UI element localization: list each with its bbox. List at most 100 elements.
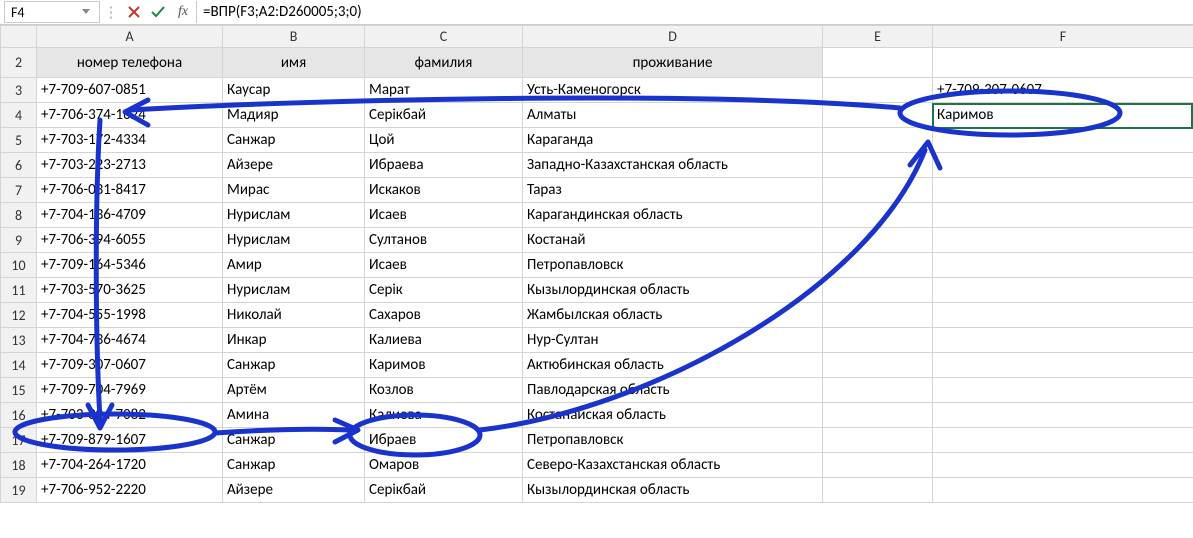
col-header-D[interactable]: D	[523, 26, 823, 48]
row-header[interactable]: 19	[1, 478, 37, 503]
cell[interactable]: Козлов	[365, 378, 523, 403]
cell[interactable]: Северо-Казахстанская область	[523, 453, 823, 478]
cell[interactable]: Николай	[223, 303, 365, 328]
cell[interactable]: Айзере	[223, 478, 365, 503]
cell[interactable]	[933, 403, 1193, 428]
cell[interactable]: Омаров	[365, 453, 523, 478]
cell[interactable]	[823, 403, 933, 428]
cell[interactable]: Артём	[223, 378, 365, 403]
row-header[interactable]: 18	[1, 453, 37, 478]
cell[interactable]: Павлодарская область	[523, 378, 823, 403]
cell[interactable]: Ибраев	[365, 428, 523, 453]
cell[interactable]: Исаев	[365, 253, 523, 278]
cell[interactable]: Сахаров	[365, 303, 523, 328]
cell[interactable]	[933, 328, 1193, 353]
cell[interactable]	[933, 228, 1193, 253]
cell[interactable]: Инкар	[223, 328, 365, 353]
row-header[interactable]: 7	[1, 178, 37, 203]
cell[interactable]: Санжар	[223, 453, 365, 478]
cell[interactable]	[823, 178, 933, 203]
row-header[interactable]: 5	[1, 128, 37, 153]
cell[interactable]: +7-704-136-4709	[37, 203, 223, 228]
cell-F3[interactable]: +7-709-307-0607	[933, 78, 1193, 103]
cell[interactable]: Калиева	[365, 328, 523, 353]
cell[interactable]: Каримов	[365, 353, 523, 378]
row-header[interactable]: 6	[1, 153, 37, 178]
cell[interactable]: +7-704-736-4674	[37, 328, 223, 353]
cell[interactable]: Серік	[365, 278, 523, 303]
name-box[interactable]: F4	[4, 1, 100, 23]
name-box-dropdown-icon[interactable]	[79, 9, 93, 15]
cell[interactable]: +7-703-304-7082	[37, 403, 223, 428]
cell-F2[interactable]	[933, 48, 1193, 78]
col-header-E[interactable]: E	[823, 26, 933, 48]
cell-E3[interactable]	[823, 78, 933, 103]
cell[interactable]: Каусар	[223, 78, 365, 103]
cell-F4[interactable]: Каримов	[933, 103, 1193, 128]
cell[interactable]	[823, 478, 933, 503]
row-header[interactable]: 9	[1, 228, 37, 253]
header-phone[interactable]: номер телефона	[37, 48, 223, 78]
cell[interactable]	[933, 153, 1193, 178]
cell[interactable]	[823, 153, 933, 178]
formula-input[interactable]: =ВПР(F3;A2:D260005;3;0)	[196, 1, 1193, 23]
cell[interactable]: Кызылординская область	[523, 478, 823, 503]
row-header[interactable]: 13	[1, 328, 37, 353]
cell[interactable]: +7-709-164-5346	[37, 253, 223, 278]
cancel-button[interactable]	[122, 1, 146, 23]
select-all-corner[interactable]	[1, 26, 37, 48]
cell[interactable]: Усть-Каменогорск	[523, 78, 823, 103]
cell[interactable]: Кызылординская область	[523, 278, 823, 303]
cell[interactable]	[823, 428, 933, 453]
cell[interactable]	[933, 428, 1193, 453]
row-header[interactable]: 12	[1, 303, 37, 328]
cell[interactable]: +7-704-555-1998	[37, 303, 223, 328]
col-header-F[interactable]: F	[933, 26, 1193, 48]
cell[interactable]: Санжар	[223, 128, 365, 153]
cell[interactable]: Исаев	[365, 203, 523, 228]
cell[interactable]: Ибраева	[365, 153, 523, 178]
cell[interactable]: +7-709-607-0851	[37, 78, 223, 103]
cell-E2[interactable]	[823, 48, 933, 78]
row-header-2[interactable]: 2	[1, 48, 37, 78]
row-header[interactable]: 3	[1, 78, 37, 103]
cell[interactable]: +7-706-952-2220	[37, 478, 223, 503]
cell[interactable]: Караганда	[523, 128, 823, 153]
cell[interactable]	[933, 278, 1193, 303]
cell[interactable]: Серікбай	[365, 478, 523, 503]
col-header-C[interactable]: C	[365, 26, 523, 48]
cell[interactable]: +7-706-374-1624	[37, 103, 223, 128]
cell[interactable]: Костанай	[523, 228, 823, 253]
row-header[interactable]: 10	[1, 253, 37, 278]
cell[interactable]: +7-706-031-8417	[37, 178, 223, 203]
cell[interactable]: Нурислам	[223, 228, 365, 253]
col-header-B[interactable]: B	[223, 26, 365, 48]
row-header[interactable]: 11	[1, 278, 37, 303]
row-header[interactable]: 16	[1, 403, 37, 428]
cell[interactable]	[823, 453, 933, 478]
cell[interactable]	[933, 128, 1193, 153]
cell[interactable]: Серікбай	[365, 103, 523, 128]
row-header[interactable]: 15	[1, 378, 37, 403]
cell[interactable]	[823, 128, 933, 153]
enter-button[interactable]	[146, 1, 170, 23]
fx-button[interactable]: fx	[170, 4, 196, 20]
cell[interactable]	[933, 353, 1193, 378]
cell[interactable]: Тараз	[523, 178, 823, 203]
cell[interactable]: Алматы	[523, 103, 823, 128]
row-header[interactable]: 4	[1, 103, 37, 128]
cell[interactable]	[933, 303, 1193, 328]
cell[interactable]: +7-709-307-0607	[37, 353, 223, 378]
cell[interactable]: +7-703-223-2713	[37, 153, 223, 178]
col-header-A[interactable]: A	[37, 26, 223, 48]
cell[interactable]: Актюбинская область	[523, 353, 823, 378]
cell[interactable]: Петропавловск	[523, 428, 823, 453]
cell[interactable]: Калиева	[365, 403, 523, 428]
cell[interactable]	[823, 278, 933, 303]
cell[interactable]: Костанайская область	[523, 403, 823, 428]
cell[interactable]	[933, 478, 1193, 503]
cell[interactable]: Цой	[365, 128, 523, 153]
cell[interactable]	[823, 228, 933, 253]
cell[interactable]: Санжар	[223, 428, 365, 453]
cell[interactable]: Амина	[223, 403, 365, 428]
